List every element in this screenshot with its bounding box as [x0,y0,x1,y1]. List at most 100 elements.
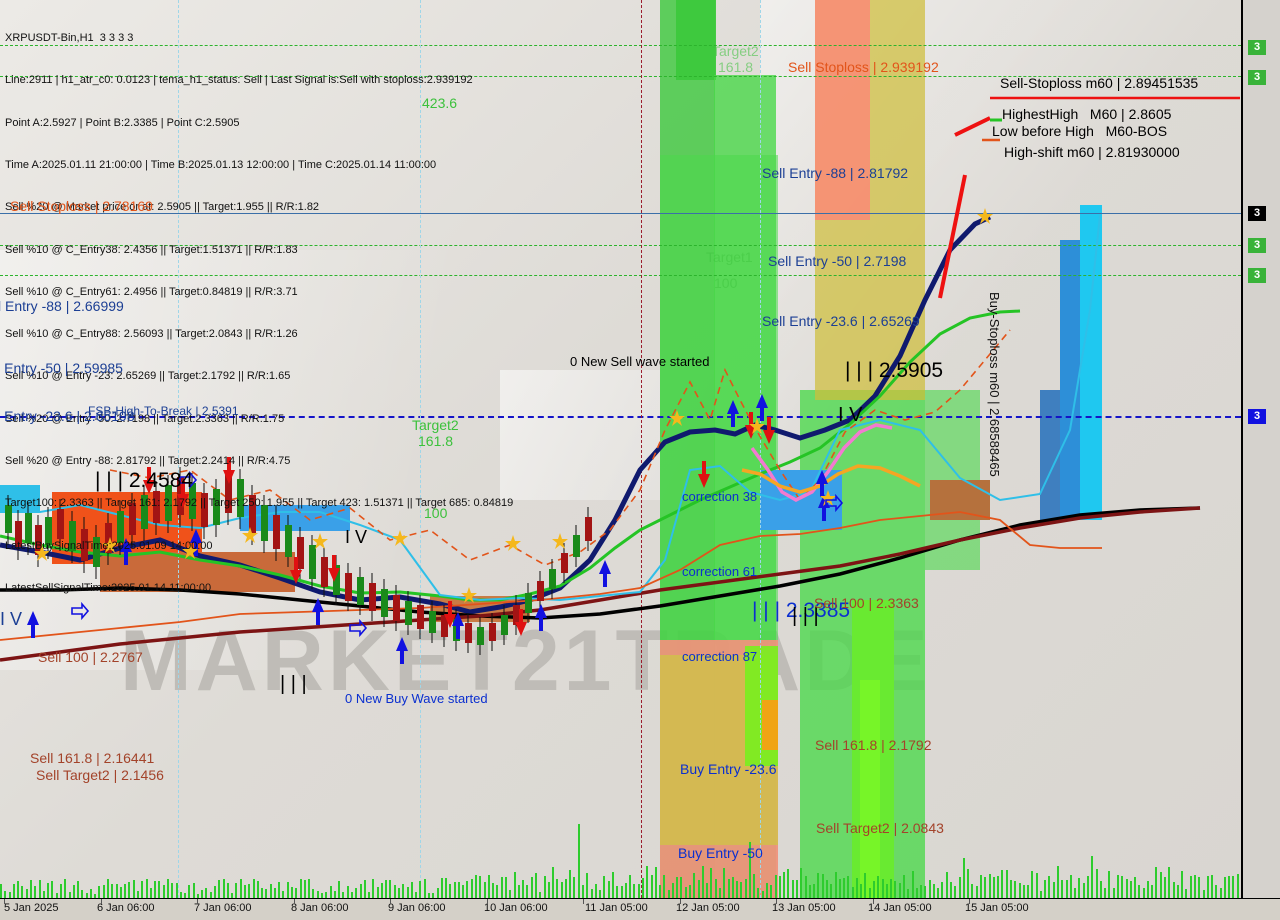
volume-bar [64,879,67,898]
x-tick-2: 7 Jan 06:00 [194,902,252,914]
volume-bar [333,891,336,898]
volume-bar [398,888,400,898]
volume-bar [1057,866,1059,898]
fib-label-target2-top-sub: 161.8 [718,59,754,75]
volume-bar [141,881,144,898]
x-tick-8: 13 Jan 05:00 [772,902,836,914]
volume-bar [988,874,991,898]
volume-bar [877,876,880,898]
volume-bar [629,875,632,898]
volume-bar [171,883,174,898]
header-line-4: Time A:2025.01.11 21:00:00 | Time B:2025… [5,159,437,172]
volume-bar [736,881,738,898]
volume-bar [864,873,867,898]
volume-bar [740,882,743,898]
volume-bar [291,887,293,898]
volume-bar [479,876,482,898]
volume-histogram [0,820,1241,898]
volume-bar [778,876,781,898]
volume-bar [1065,880,1068,898]
axis-tick [487,899,488,904]
volume-bar [1014,881,1017,898]
volume-bar [1206,876,1209,898]
label-sell-1618-mid: Sell 161.8 | 2.1792 [815,737,932,753]
label-wave-iii-low: | | | [280,673,307,695]
volume-bar [359,884,362,898]
volume-bar [273,888,276,898]
label-new-sell-wave: 0 New Sell wave started [570,354,710,369]
fib-label-target2-left-sub: 161.8 [418,433,454,449]
volume-bar [235,883,238,898]
volume-bar [821,874,824,898]
volume-bar [1039,891,1042,898]
volume-bar [338,881,341,898]
label-sell-stoploss-top: Sell Stoploss | 2.939192 [788,59,939,75]
scale-badge-4[interactable]: 3 [1248,268,1266,283]
scale-badge-0[interactable]: 3 [1248,40,1266,55]
volume-bar [1048,876,1051,898]
volume-bar [201,890,204,898]
header-line-3: Point A:2.5927 | Point B:2.3385 | Point … [5,116,240,129]
volume-bar [624,883,627,898]
x-tick-6: 11 Jan 05:00 [585,902,648,914]
label-entry-50-left: ll Entry -50 | 2.59985 [0,360,123,376]
volume-bar [547,882,550,898]
volume-bar [1202,890,1205,898]
volume-bar [1138,885,1141,898]
scale-badge-2[interactable]: 3 [1248,206,1266,221]
volume-bar [51,881,54,898]
x-tick-7: 12 Jan 05:00 [676,902,740,914]
volume-bar [971,884,974,898]
x-tick-1: 6 Jan 06:00 [97,902,155,914]
volume-bar [492,883,495,898]
volume-bar [376,887,379,898]
volume-bar [885,884,888,898]
volume-bar [671,883,674,898]
label-sell-entry-236: Sell Entry -23.6 | 2.65269 [762,313,920,329]
volume-bar [582,885,584,898]
volume-bar [252,879,255,898]
label-buy-entry-50: Buy Entry -50 [678,845,763,861]
label-wave-iv-left: I V [345,527,368,547]
label-buy-entry-236: Buy Entry -23.6 [680,761,777,777]
scale-badge-1[interactable]: 3 [1248,70,1266,85]
price-scale[interactable]: 3 3 3 3 3 3 [1241,0,1280,898]
volume-bar [453,882,456,898]
volume-bar [967,869,970,898]
volume-bar [1232,876,1235,898]
volume-bar [727,879,730,898]
time-axis[interactable]: 5 Jan 2025 6 Jan 06:00 7 Jan 06:00 8 Jan… [0,898,1280,920]
volume-bar [847,876,850,898]
volume-bar [475,875,477,898]
volume-bar [128,882,131,898]
volume-bar [1134,877,1136,898]
volume-bar [890,879,893,898]
volume-bar [825,880,828,898]
volume-bar [526,885,529,898]
scale-badge-3[interactable]: 3 [1248,238,1266,253]
volume-bar [115,884,118,898]
volume-bar [594,884,597,898]
volume-bar [607,881,610,898]
volume-bar [808,885,811,898]
volume-bar [907,889,910,898]
volume-bar [449,884,452,898]
volume-bar [1095,869,1098,898]
axis-tick [390,899,391,904]
volume-bar [1121,876,1124,898]
label-buy-stoploss-m60: Buy-Stoploss m60 | 2.68588465 [987,292,1002,477]
volume-bar [701,866,704,898]
volume-bar [1099,881,1102,898]
volume-bar [30,880,32,898]
volume-bar [355,888,358,898]
volume-bar [81,890,84,898]
volume-bar [222,879,225,898]
volume-bar [552,867,554,898]
scale-badge-5[interactable]: 3 [1248,409,1266,424]
axis-tick [583,899,584,904]
chart-plot-area[interactable]: MARKET21TRADE XRPUSDT-Bin,H1 3 3 3 3 Lin… [0,0,1241,898]
volume-bar [346,886,349,898]
volume-bar [770,885,773,898]
volume-bar [851,887,854,898]
volume-bar [731,877,734,898]
